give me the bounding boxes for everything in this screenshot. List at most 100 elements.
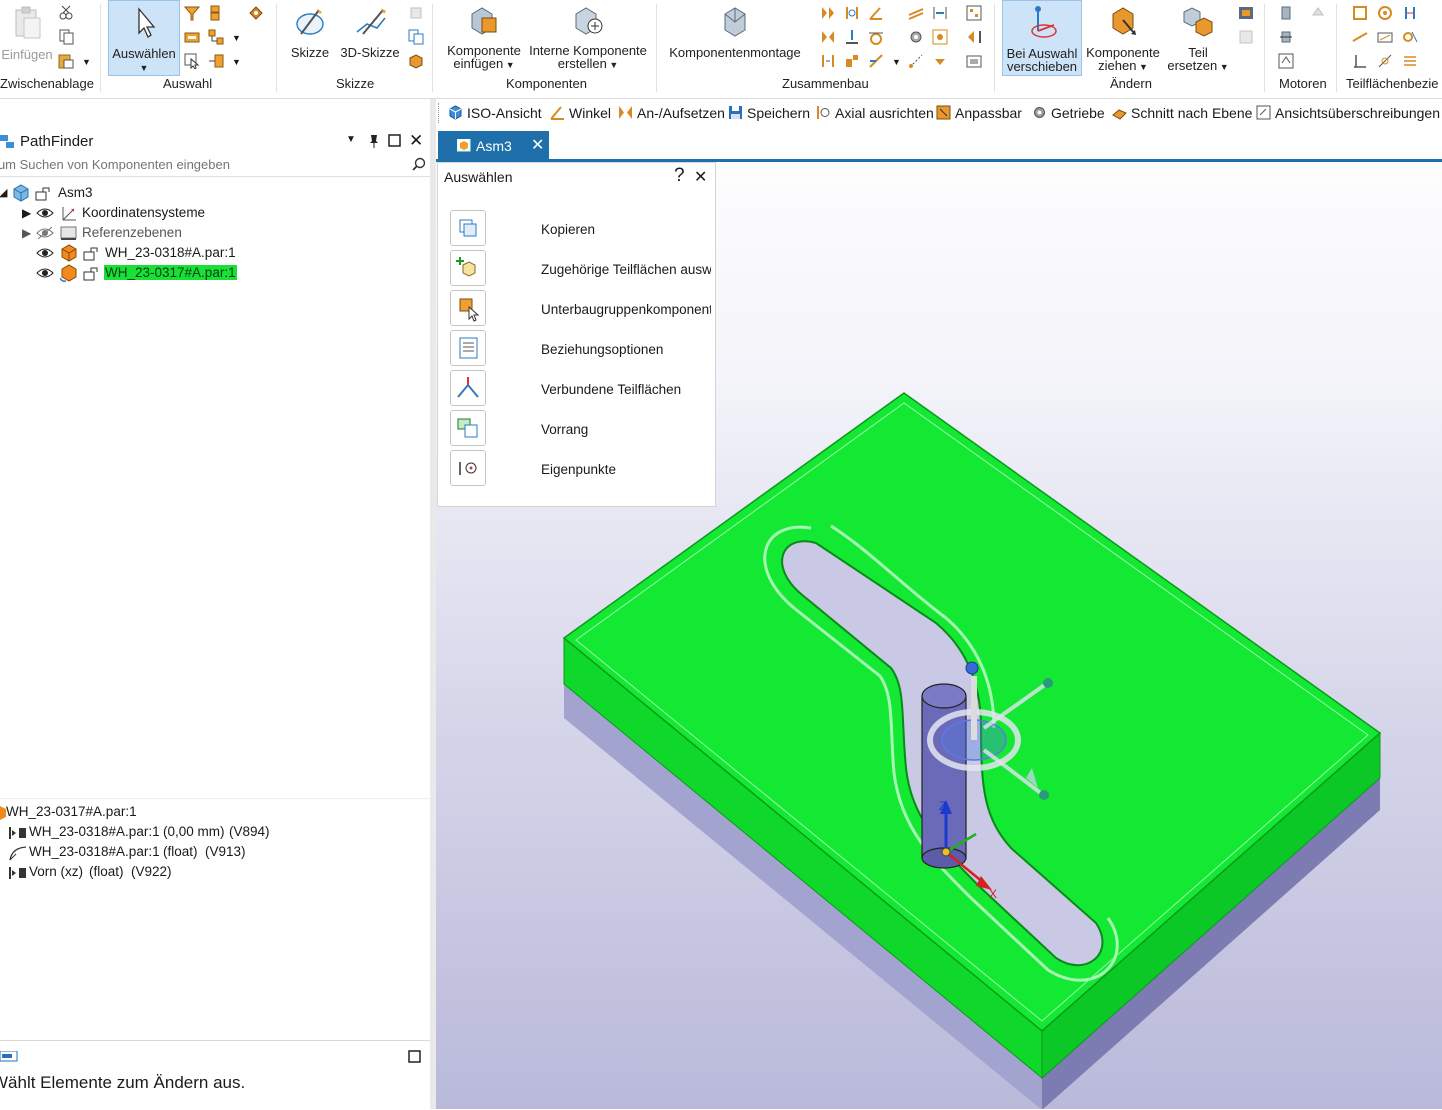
search-icon[interactable] [412, 157, 426, 171]
component-assembly-button[interactable]: Komponentenmontage [664, 0, 806, 76]
select-tool-icon[interactable] [248, 5, 264, 21]
close-tab-icon[interactable]: ✕ [531, 135, 544, 155]
select-tree-icon[interactable] [208, 29, 224, 45]
view-overrides-button[interactable]: Ansichtsüberschreibungen [1256, 105, 1440, 121]
mate-offset-icon[interactable] [820, 53, 836, 69]
sketch-button[interactable]: Skizze [284, 0, 336, 76]
option-priority[interactable]: Vorrang [541, 422, 711, 437]
eye-hidden-icon[interactable] [36, 227, 54, 239]
cut-icon[interactable] [58, 5, 74, 21]
priority-option-icon[interactable] [450, 410, 486, 446]
select-tree-dropdown-icon[interactable]: ▼ [232, 33, 241, 43]
option-keypoints[interactable]: Eigenpunkte [541, 462, 711, 477]
mate-button[interactable]: An-/Aufsetzen [618, 105, 725, 121]
coplanar-icon[interactable] [1377, 29, 1393, 45]
collapse-arrow-icon[interactable]: ◢ [0, 186, 7, 199]
option-copy[interactable]: Kopieren [541, 222, 711, 237]
angle-button[interactable]: Winkel [550, 105, 611, 121]
insert-icon[interactable] [844, 29, 860, 45]
move-on-select-button[interactable]: Bei Auswahl verschieben [1002, 0, 1082, 76]
gear-button[interactable]: Getriebe [1032, 105, 1105, 121]
save-button[interactable]: Speichern [728, 105, 810, 121]
expand-arrow-icon[interactable]: ▶ [22, 206, 31, 220]
adjustable-button[interactable]: Anpassbar [936, 105, 1022, 121]
paste-button[interactable]: Einfügen [0, 0, 54, 76]
tangent-icon[interactable] [868, 29, 884, 45]
angle-icon[interactable] [868, 5, 884, 21]
sketch-part-icon[interactable] [408, 53, 424, 69]
iso-view-button[interactable]: ISO-Ansicht [448, 105, 542, 121]
copy-icon[interactable] [58, 29, 74, 45]
connect-icon[interactable] [908, 53, 924, 69]
face-relate-icon[interactable] [1352, 5, 1368, 21]
keypoints-option-icon[interactable] [450, 450, 486, 486]
concentric-icon[interactable] [1377, 5, 1393, 21]
transfer-icon[interactable] [1238, 5, 1254, 21]
sketch-extra-icon[interactable] [408, 5, 424, 21]
sketch3d-button[interactable]: 3D-Skizze [338, 0, 402, 76]
create-internal-component-button[interactable]: Interne Komponente erstellen ▼ [528, 0, 648, 76]
select-button[interactable]: Auswählen ▼ [108, 0, 180, 76]
aligned-icon[interactable] [1377, 53, 1393, 69]
assemble-dropdown-icon[interactable]: ▼ [892, 57, 901, 67]
mate-flip-icon[interactable] [820, 29, 836, 45]
help-icon[interactable]: ? [674, 165, 685, 187]
parallel-icon[interactable] [908, 5, 924, 21]
axial-align-button[interactable]: Axial ausrichten [816, 105, 934, 121]
search-input[interactable] [0, 154, 400, 174]
symmetric-icon[interactable] [1402, 5, 1418, 21]
cam-icon[interactable] [966, 29, 982, 45]
close-icon[interactable]: ✕ [409, 131, 423, 151]
flash-fit-icon[interactable] [966, 53, 982, 69]
select-levels-dropdown-icon[interactable]: ▼ [232, 57, 241, 67]
eye-icon[interactable] [36, 267, 54, 279]
related-faces-option-icon[interactable] [450, 250, 486, 286]
pane-divider[interactable] [0, 798, 430, 799]
option-connected-faces[interactable]: Verbundene Teilflächen [541, 382, 711, 397]
pin-icon[interactable] [368, 134, 380, 148]
match-coordinate-icon[interactable] [868, 53, 884, 69]
eye-icon[interactable] [36, 247, 54, 259]
rigid-face-icon[interactable] [1402, 53, 1418, 69]
rigid-set-icon[interactable] [966, 5, 982, 21]
linear-motor-icon[interactable] [1278, 29, 1294, 45]
section-by-plane-button[interactable]: Schnitt nach Ebene [1112, 105, 1252, 121]
expand-arrow-icon[interactable]: ▶ [22, 226, 31, 240]
subassembly-option-icon[interactable] [450, 290, 486, 326]
gear-icon[interactable] [908, 29, 924, 45]
close-icon[interactable]: ✕ [694, 167, 707, 187]
insert-component-button[interactable]: Komponente einfügen ▼ [442, 0, 526, 76]
rotational-motor-icon[interactable] [1278, 5, 1294, 21]
select-box-icon[interactable] [184, 29, 200, 45]
ground-icon[interactable] [844, 53, 860, 69]
option-subassembly-components[interactable]: Unterbaugruppenkomponenten [541, 302, 711, 317]
eye-icon[interactable] [36, 207, 54, 219]
option-related-faces[interactable]: Zugehörige Teilflächen auswählen [541, 262, 711, 277]
document-tab-asm3[interactable]: Asm3 ✕ [438, 131, 549, 160]
replace-part-button[interactable]: Teil ersetzen ▼ [1166, 0, 1230, 76]
lock-icon[interactable] [932, 53, 948, 69]
connected-faces-option-icon[interactable] [450, 370, 486, 406]
axial-align-icon[interactable] [844, 5, 860, 21]
filter-icon[interactable] [184, 5, 200, 21]
center-plane-icon[interactable] [932, 5, 948, 21]
perpendicular-icon[interactable] [1352, 53, 1368, 69]
motor-extra-icon[interactable] [1310, 5, 1326, 21]
relationship-options-icon[interactable] [450, 330, 486, 366]
parallel-face-icon[interactable] [1352, 29, 1368, 45]
sketch-copy-icon[interactable] [408, 29, 424, 45]
option-relationship-options[interactable]: Beziehungsoptionen [541, 342, 711, 357]
mate-icon[interactable] [820, 5, 836, 21]
copy-option-icon[interactable] [450, 210, 486, 246]
drag-component-button[interactable]: Komponente ziehen ▼ [1083, 0, 1163, 76]
paste-dropdown-icon[interactable]: ▼ [82, 57, 91, 67]
select-levels-icon[interactable] [208, 53, 224, 69]
path-icon[interactable] [932, 29, 948, 45]
simulate-motor-icon[interactable] [1278, 53, 1294, 69]
select-parts-icon[interactable] [208, 5, 224, 21]
maximize-icon[interactable] [408, 1050, 421, 1063]
disperse-icon[interactable] [1238, 29, 1254, 45]
maximize-icon[interactable] [388, 134, 401, 147]
component-search-field[interactable] [0, 154, 430, 177]
panel-menu-icon[interactable]: ▼ [346, 134, 356, 145]
